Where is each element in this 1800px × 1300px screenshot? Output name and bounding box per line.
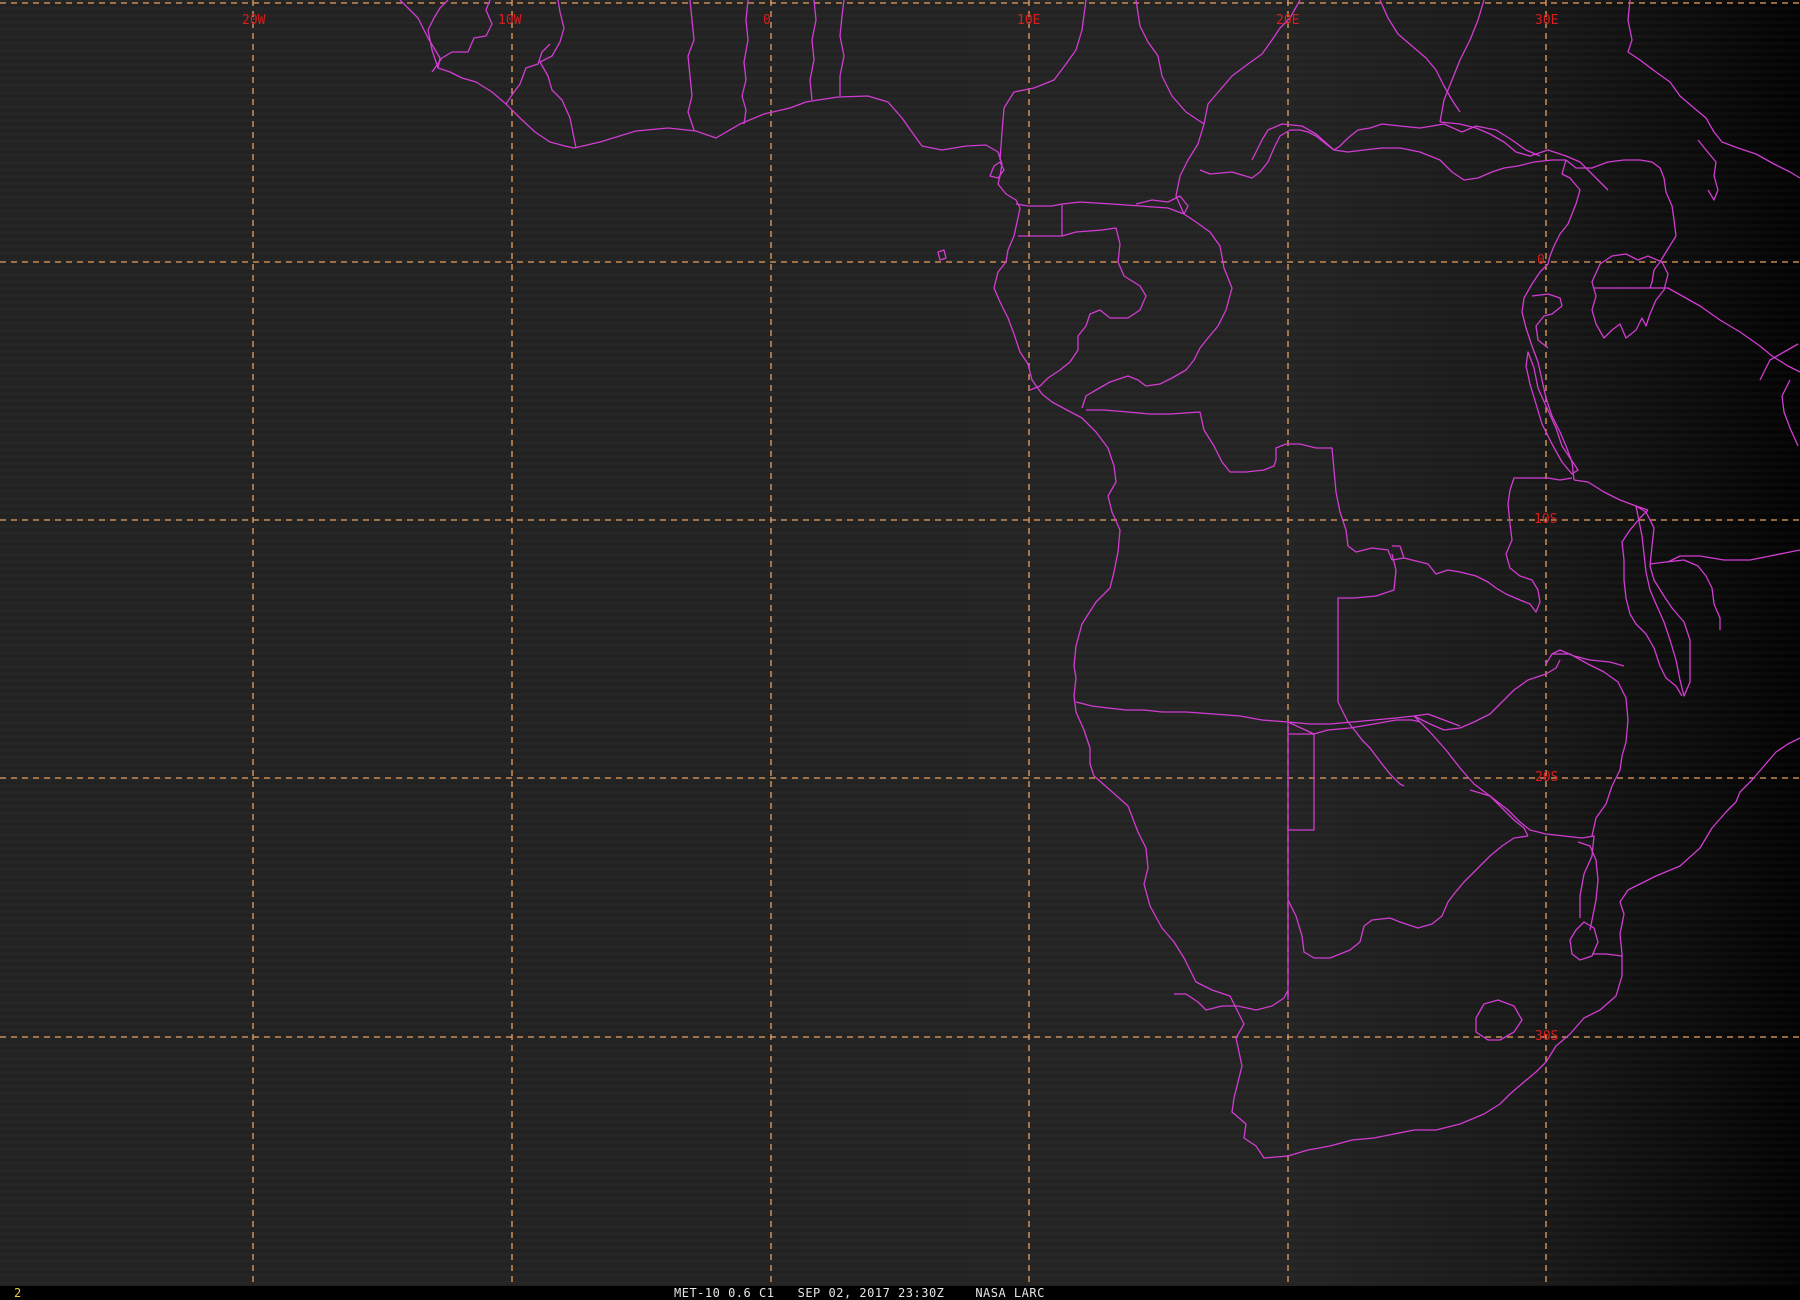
satellite-map-viewer: 20W 10W 0 10E 20E 30E 0 10S 20S 30S 2 ME…: [0, 0, 1800, 1300]
image-source: NASA LARC: [975, 1286, 1045, 1300]
frame-number: 2: [14, 1286, 22, 1300]
product-name: MET-10 0.6 C1: [674, 1286, 775, 1300]
lat-label-30s: 30S: [1535, 1029, 1558, 1044]
lat-label-10s: 10S: [1534, 512, 1557, 527]
lon-label-20w: 20W: [242, 13, 266, 28]
lat-label-0: 0: [1537, 253, 1545, 268]
lon-label-10e: 10E: [1017, 13, 1040, 28]
lat-label-20s: 20S: [1535, 770, 1558, 785]
lon-label-20e: 20E: [1276, 13, 1299, 28]
image-time: 23:30Z: [898, 1286, 945, 1300]
image-caption: MET-10 0.6 C1 SEP 02, 2017 23:30Z NASA L…: [674, 1286, 1045, 1300]
scan-line-texture: [0, 0, 1800, 1286]
caption-bar: 2 MET-10 0.6 C1 SEP 02, 2017 23:30Z NASA…: [0, 1286, 1800, 1300]
lon-label-30e: 30E: [1535, 13, 1558, 28]
image-date: SEP 02, 2017: [797, 1286, 891, 1300]
lon-label-10w: 10W: [498, 13, 522, 28]
lon-label-0: 0: [763, 13, 771, 28]
map-canvas: 20W 10W 0 10E 20E 30E 0 10S 20S 30S: [0, 0, 1800, 1286]
